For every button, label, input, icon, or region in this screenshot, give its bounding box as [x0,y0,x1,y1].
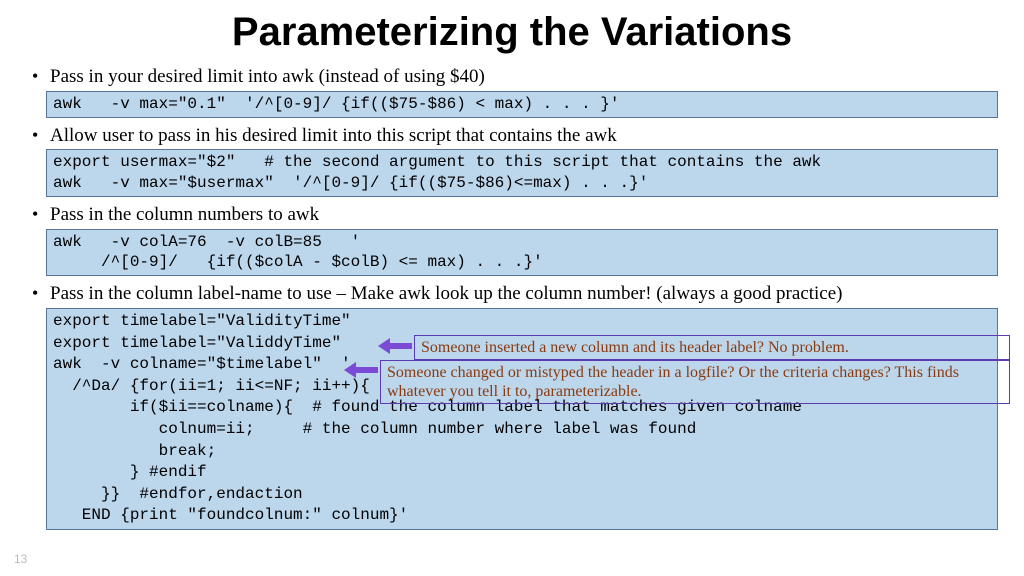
bullet-2: Allow user to pass in his desired limit … [26,124,998,148]
callout-1: Someone inserted a new column and its he… [414,335,1010,360]
code-block-3: awk -v colA=76 -v colB=85 ' /^[0-9]/ {if… [46,229,998,277]
arrow-icon [378,338,412,352]
bullet-4: Pass in the column label-name to use – M… [26,282,998,306]
bullet-1: Pass in your desired limit into awk (ins… [26,65,998,89]
bullet-3: Pass in the column numbers to awk [26,203,998,227]
page-number: 13 [14,552,27,566]
code-block-2: export usermax="$2" # the second argumen… [46,149,998,197]
arrow-icon [344,362,378,376]
code-block-1: awk -v max="0.1" '/^[0-9]/ {if(($75-$86)… [46,91,998,118]
slide-content: Pass in your desired limit into awk (ins… [0,65,1024,530]
page-title: Parameterizing the Variations [0,0,1024,61]
callout-2: Someone changed or mistyped the header i… [380,360,1010,404]
